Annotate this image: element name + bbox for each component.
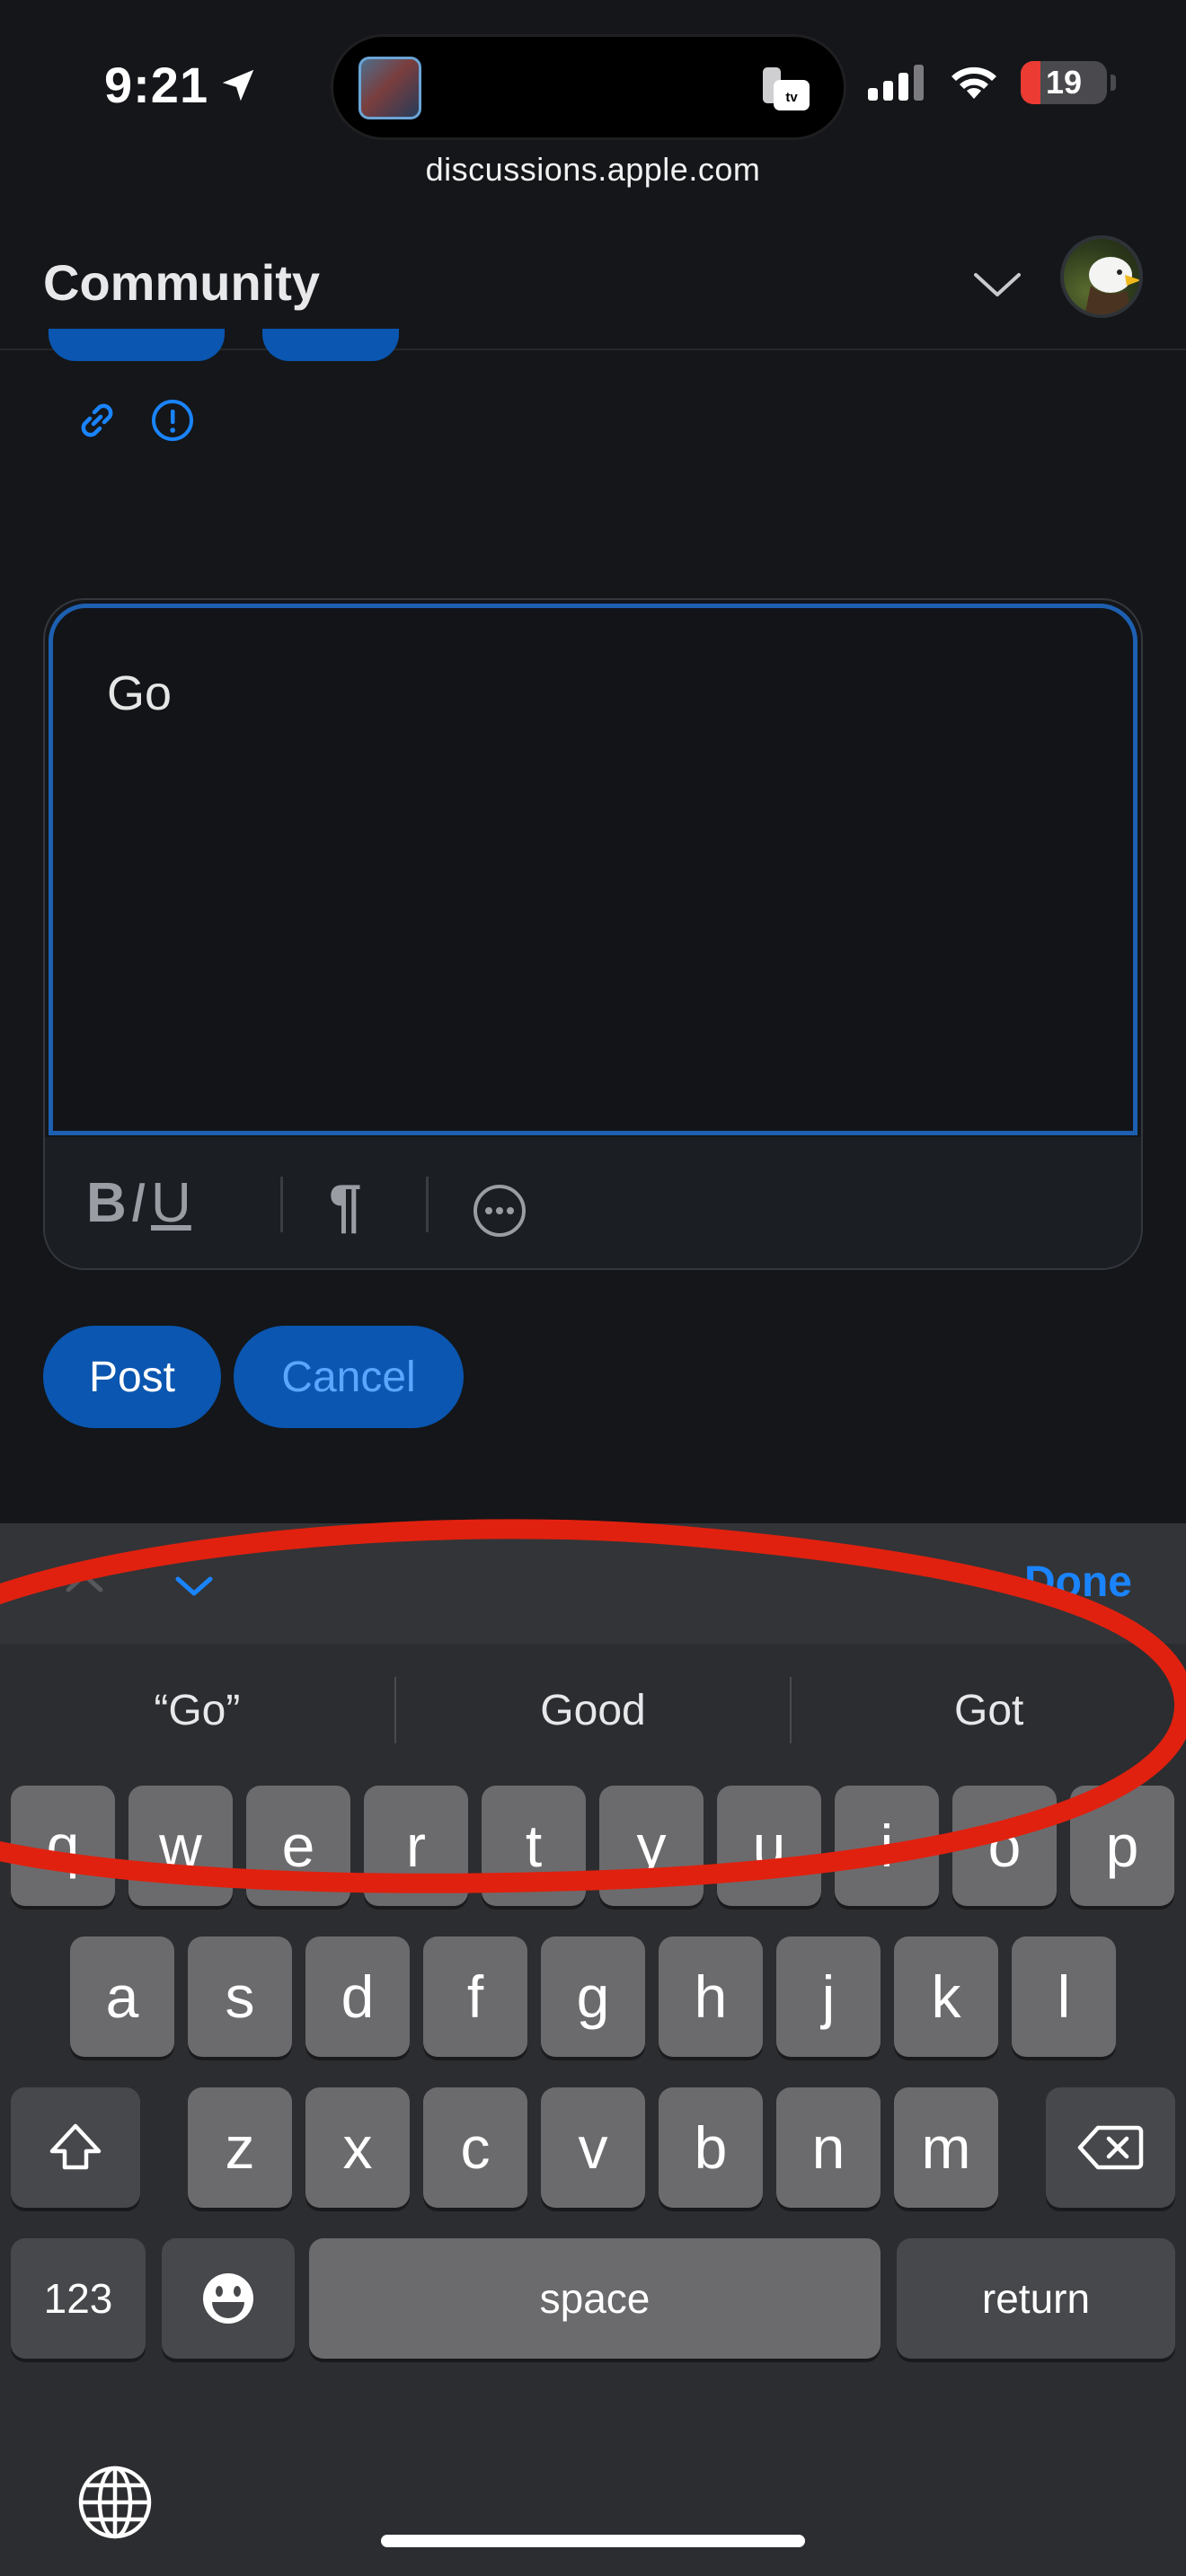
link-icon[interactable] xyxy=(72,395,122,446)
report-icon[interactable] xyxy=(147,395,198,446)
underline-button[interactable]: U xyxy=(151,1171,191,1235)
key-c[interactable]: c xyxy=(423,2087,527,2208)
key-n[interactable]: n xyxy=(776,2087,881,2208)
numbers-key[interactable]: 123 xyxy=(11,2238,146,2359)
time-text: 9:21 xyxy=(104,57,209,113)
partial-button-1[interactable] xyxy=(49,329,225,361)
apple-tv-icon: tv xyxy=(763,67,810,110)
chevron-down-icon[interactable] xyxy=(972,264,1022,304)
key-t[interactable]: t xyxy=(482,1786,586,1906)
toolbar-divider xyxy=(426,1177,429,1232)
key-v[interactable]: v xyxy=(541,2087,645,2208)
reply-textarea[interactable]: Go xyxy=(49,604,1137,1135)
more-icon[interactable] xyxy=(471,1182,528,1239)
text-format-group[interactable]: B I U xyxy=(86,1171,191,1235)
key-k[interactable]: k xyxy=(894,1936,998,2057)
suggestion-3[interactable]: Got xyxy=(792,1686,1186,1735)
predictive-suggestions: “Go” Good Got xyxy=(0,1644,1186,1777)
home-indicator xyxy=(381,2535,805,2547)
dynamic-island[interactable]: tv xyxy=(331,34,846,140)
key-g[interactable]: g xyxy=(541,1936,645,2057)
done-button[interactable]: Done xyxy=(1024,1557,1132,1607)
now-playing-artwork xyxy=(358,57,421,119)
key-l[interactable]: l xyxy=(1012,1936,1116,2057)
delete-icon xyxy=(1077,2125,1144,2170)
post-button[interactable]: Post xyxy=(43,1326,221,1428)
key-d[interactable]: d xyxy=(305,1936,410,2057)
return-key[interactable]: return xyxy=(897,2238,1175,2359)
svg-text:tv: tv xyxy=(785,90,798,105)
key-b[interactable]: b xyxy=(659,2087,763,2208)
key-u[interactable]: u xyxy=(717,1786,821,1906)
chevron-down-icon[interactable] xyxy=(167,1566,221,1606)
url-label[interactable]: discussions.apple.com xyxy=(0,151,1186,189)
keyboard: Done “Go” Good Got q w e r t y u i o p a… xyxy=(0,1523,1186,2576)
reply-text: Go xyxy=(107,666,173,720)
emoji-icon xyxy=(203,2273,253,2324)
key-j[interactable]: j xyxy=(776,1936,881,2057)
key-o[interactable]: o xyxy=(952,1786,1057,1906)
toolbar-divider xyxy=(280,1177,283,1232)
editor-toolbar: B I U ¶ xyxy=(45,1137,1141,1268)
community-title[interactable]: Community xyxy=(43,253,320,312)
key-s[interactable]: s xyxy=(188,1936,292,2057)
key-e[interactable]: e xyxy=(246,1786,350,1906)
paragraph-button[interactable]: ¶ xyxy=(329,1171,362,1239)
battery-nub xyxy=(1111,75,1116,91)
keyboard-accessory-bar: Done xyxy=(0,1523,1186,1644)
location-arrow-icon xyxy=(222,69,254,101)
key-a[interactable]: a xyxy=(70,1936,174,2057)
key-f[interactable]: f xyxy=(423,1936,527,2057)
shift-icon xyxy=(49,2123,102,2170)
emoji-key[interactable] xyxy=(162,2238,295,2359)
space-key[interactable]: space xyxy=(309,2238,881,2359)
key-r[interactable]: r xyxy=(364,1786,468,1906)
battery-level: 19 xyxy=(1045,64,1083,101)
key-h[interactable]: h xyxy=(659,1936,763,2057)
key-y[interactable]: y xyxy=(599,1786,704,1906)
status-bar: 9:21 tv 19 discussions.apple.com xyxy=(0,0,1186,188)
eagle-avatar-icon xyxy=(1084,257,1139,314)
battery-icon: 19 xyxy=(1021,61,1107,104)
key-z[interactable]: z xyxy=(188,2087,292,2208)
delete-key[interactable] xyxy=(1046,2087,1175,2208)
key-p[interactable]: p xyxy=(1070,1786,1174,1906)
system-icons: 19 xyxy=(868,61,1116,104)
key-m[interactable]: m xyxy=(894,2087,998,2208)
status-time: 9:21 xyxy=(104,56,259,114)
wifi-icon xyxy=(951,66,996,99)
signal-icon xyxy=(868,65,924,101)
key-q[interactable]: q xyxy=(11,1786,115,1906)
globe-icon[interactable] xyxy=(74,2461,156,2544)
key-i[interactable]: i xyxy=(835,1786,939,1906)
cancel-button[interactable]: Cancel xyxy=(234,1326,464,1428)
reply-editor: Go B I U ¶ xyxy=(43,598,1143,1270)
avatar[interactable] xyxy=(1060,235,1143,318)
bold-button[interactable]: B xyxy=(86,1171,127,1235)
shift-key[interactable] xyxy=(11,2087,140,2208)
suggestion-1[interactable]: “Go” xyxy=(0,1686,394,1735)
key-x[interactable]: x xyxy=(305,2087,410,2208)
italic-button[interactable]: I xyxy=(130,1171,146,1235)
suggestion-2[interactable]: Good xyxy=(396,1686,791,1735)
key-w[interactable]: w xyxy=(128,1786,233,1906)
partial-button-2[interactable] xyxy=(262,329,399,361)
chevron-up-icon[interactable] xyxy=(58,1563,111,1602)
